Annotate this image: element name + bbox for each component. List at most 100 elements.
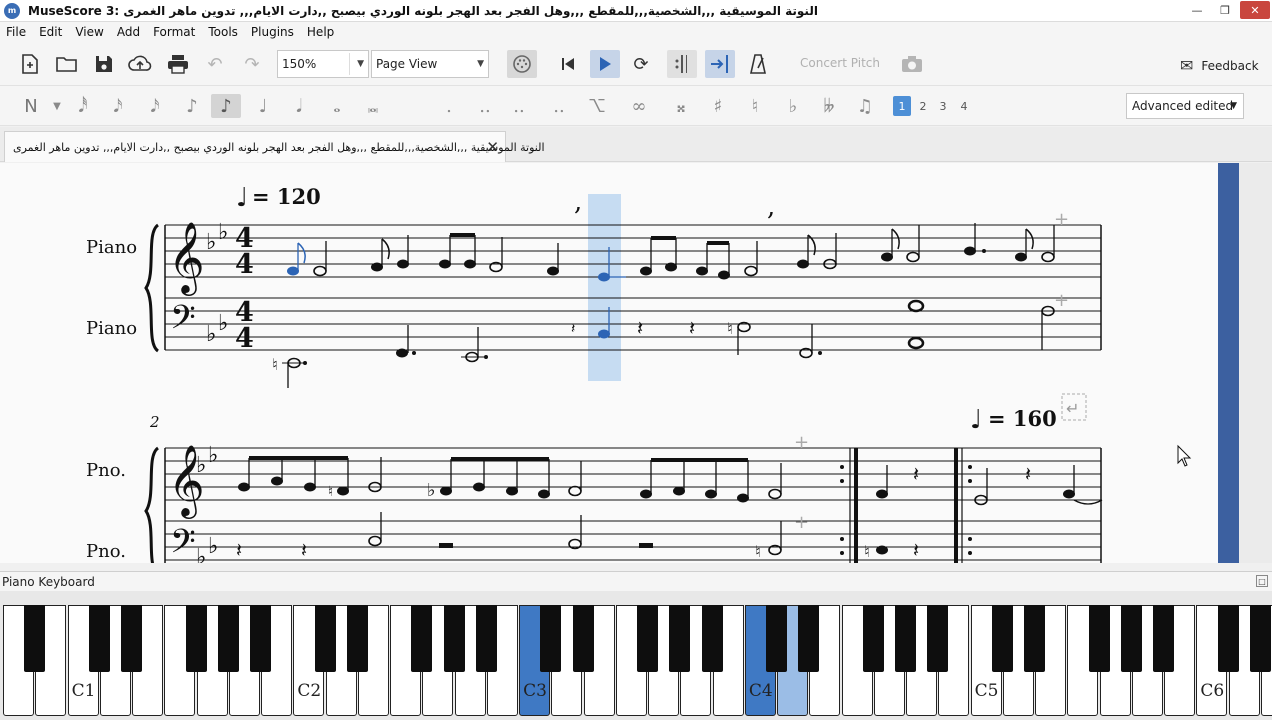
- svg-text:𝄽: 𝄽: [1025, 462, 1031, 486]
- score-tab[interactable]: النوتة الموسيقية ,,,الشخصية,,,للمقطع ,,,…: [4, 131, 545, 162]
- flat-icon: ♭: [206, 322, 216, 347]
- view-mode-select[interactable]: Page View ▼: [371, 50, 489, 78]
- rest-2-icon[interactable]: ..: [548, 94, 570, 118]
- concert-pitch-toggle[interactable]: Concert Pitch: [800, 56, 880, 70]
- redo-icon[interactable]: ↷: [240, 52, 264, 76]
- piano-black-key[interactable]: [1249, 605, 1271, 672]
- piano-black-key[interactable]: [250, 605, 271, 672]
- tie-icon[interactable]: ⌥: [586, 94, 608, 118]
- menu-format[interactable]: Format: [153, 25, 195, 39]
- piano-black-key[interactable]: [1153, 605, 1174, 672]
- print-icon[interactable]: [166, 52, 190, 76]
- sharp-icon[interactable]: ♯: [707, 94, 729, 118]
- 64th-note-icon[interactable]: 𝅘𝅥𝅰: [72, 94, 94, 118]
- minimize-icon[interactable]: —: [1184, 1, 1210, 19]
- menu-help[interactable]: Help: [307, 25, 334, 39]
- close-icon[interactable]: ✕: [1240, 1, 1270, 19]
- score-tab-bar: النوتة الموسيقية ,,,الشخصية,,,للمقطع ,,,…: [0, 127, 1272, 162]
- menu-view[interactable]: View: [75, 25, 103, 39]
- rewind-icon[interactable]: [556, 52, 580, 76]
- cloud-upload-icon[interactable]: [128, 52, 152, 76]
- play-button[interactable]: [590, 50, 620, 78]
- quarter-note-icon[interactable]: ♩: [252, 94, 274, 118]
- 32nd-note-icon[interactable]: 𝅘𝅥𝅯: [107, 94, 129, 118]
- pan-score-button[interactable]: [705, 50, 735, 78]
- loop-icon[interactable]: ⟳: [629, 52, 653, 76]
- open-folder-icon[interactable]: [55, 52, 79, 76]
- piano-black-key[interactable]: [862, 605, 884, 672]
- undock-icon[interactable]: □: [1256, 575, 1268, 587]
- piano-black-key[interactable]: [121, 605, 142, 672]
- feedback-label: Feedback: [1201, 58, 1259, 73]
- piano-black-key[interactable]: [991, 605, 1013, 672]
- piano-black-key[interactable]: [669, 605, 691, 672]
- piano-black-key[interactable]: [88, 605, 110, 672]
- menu-add[interactable]: Add: [117, 25, 140, 39]
- voice-2-button[interactable]: 2: [914, 96, 932, 116]
- piano-black-key[interactable]: [443, 605, 465, 672]
- piano-black-key[interactable]: [1088, 605, 1110, 672]
- slur-icon[interactable]: ∞: [628, 94, 650, 118]
- voice-3-button[interactable]: 3: [934, 96, 952, 116]
- score-canvas[interactable]: ♩ = 120 Piano Piano 𝄞 𝄢 ♭ ♭ ♭ ♭ 4 4 4 4 …: [0, 163, 1272, 563]
- 16th-note-icon[interactable]: 𝅘𝅥𝅯: [144, 94, 166, 118]
- rest-icon[interactable]: ..: [508, 94, 530, 118]
- menu-file[interactable]: File: [6, 25, 26, 39]
- piano-black-key[interactable]: [766, 605, 787, 672]
- double-sharp-icon[interactable]: 𝄪: [670, 94, 692, 118]
- piano-black-key[interactable]: [1217, 605, 1239, 672]
- piano-black-key[interactable]: [24, 605, 46, 672]
- menu-edit[interactable]: Edit: [39, 25, 62, 39]
- svg-text:♮: ♮: [864, 542, 870, 561]
- close-tab-icon[interactable]: ✕: [486, 138, 499, 156]
- flat-icon: ♭: [218, 220, 228, 245]
- camera-icon[interactable]: [900, 52, 924, 76]
- voice-4-button[interactable]: 4: [955, 96, 973, 116]
- menu-tools[interactable]: Tools: [208, 25, 238, 39]
- eighth-note-icon[interactable]: ♪: [181, 94, 203, 118]
- chevron-down-icon[interactable]: ▼: [46, 94, 68, 118]
- flip-direction-icon[interactable]: ♫: [854, 94, 876, 118]
- piano-black-key[interactable]: [701, 605, 723, 672]
- piano-black-key[interactable]: [895, 605, 916, 672]
- piano-black-key[interactable]: [637, 605, 658, 672]
- maximize-icon[interactable]: ❐: [1212, 1, 1238, 19]
- piano-black-key[interactable]: [314, 605, 336, 672]
- piano-black-key[interactable]: [217, 605, 239, 672]
- new-score-icon[interactable]: [18, 52, 42, 76]
- double-flat-icon[interactable]: 𝄫: [818, 94, 840, 118]
- breath-mark: ,: [767, 192, 775, 222]
- augmentation-dot-icon[interactable]: .: [438, 94, 460, 118]
- piano-black-key[interactable]: [798, 605, 820, 672]
- save-icon[interactable]: [92, 52, 116, 76]
- feedback-button[interactable]: ✉ Feedback: [1180, 56, 1259, 75]
- workspace-select[interactable]: Advanced edited ▼: [1126, 93, 1244, 119]
- piano-keyboard-title: Piano Keyboard: [2, 574, 95, 589]
- piano-black-key[interactable]: [185, 605, 207, 672]
- eighth-note-selected-icon[interactable]: ♪: [211, 94, 241, 118]
- piano-black-key[interactable]: [1120, 605, 1142, 672]
- whole-note-icon[interactable]: 𝅝: [326, 94, 348, 118]
- piano-black-key[interactable]: [475, 605, 497, 672]
- metronome-icon[interactable]: [746, 52, 770, 76]
- piano-black-key[interactable]: [346, 605, 368, 672]
- midi-input-button[interactable]: [507, 50, 537, 78]
- double-dot-icon[interactable]: ..: [474, 94, 496, 118]
- undo-icon[interactable]: ↶: [203, 52, 227, 76]
- voice-1-button[interactable]: 1: [893, 96, 911, 116]
- tempo-note-icon: ♩: [970, 405, 982, 435]
- play-repeats-button[interactable]: [667, 50, 697, 78]
- half-note-icon[interactable]: 𝅘𝅥: [288, 94, 310, 118]
- menu-plugins[interactable]: Plugins: [251, 25, 294, 39]
- piano-black-key[interactable]: [540, 605, 562, 672]
- piano-black-key[interactable]: [927, 605, 949, 672]
- zoom-select[interactable]: 150% ▼: [277, 50, 369, 78]
- double-whole-note-icon[interactable]: 𝅜: [362, 94, 384, 118]
- piano-black-key[interactable]: [411, 605, 433, 672]
- piano-black-key[interactable]: [572, 605, 594, 672]
- flat-icon[interactable]: ♭: [782, 94, 804, 118]
- note-input-mode-icon[interactable]: N: [20, 94, 42, 118]
- piano-black-key[interactable]: [1024, 605, 1045, 672]
- natural-icon[interactable]: ♮: [744, 94, 766, 118]
- piano-key-label: C5: [974, 681, 999, 701]
